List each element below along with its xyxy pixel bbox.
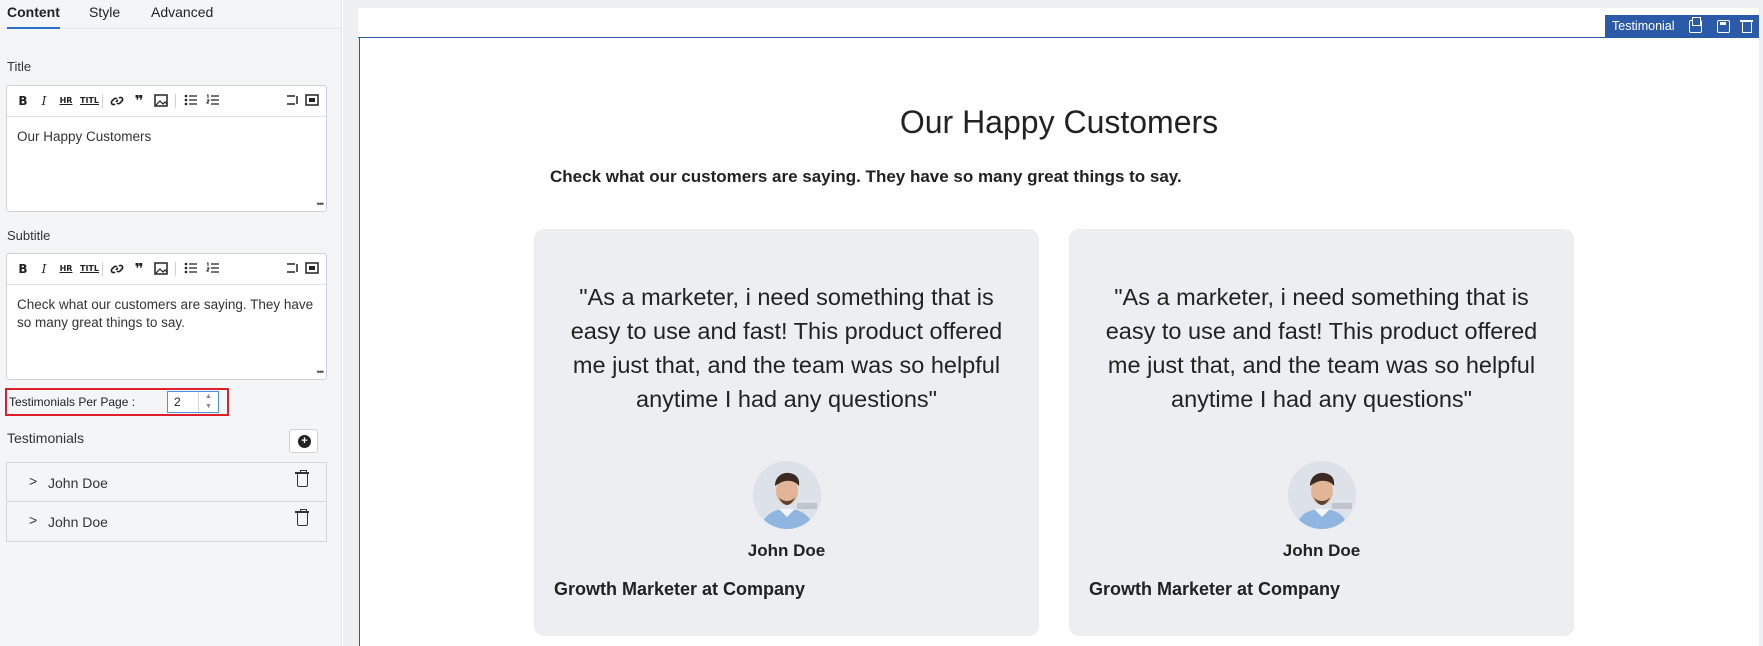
chevron-right-icon[interactable]: > xyxy=(29,512,37,528)
per-page-label: Testimonials Per Page : xyxy=(9,395,136,409)
save-icon[interactable] xyxy=(1717,20,1730,33)
numbered-list-icon[interactable] xyxy=(205,262,221,276)
trash-icon[interactable] xyxy=(295,470,309,487)
title-editor-text[interactable]: Our Happy Customers xyxy=(7,117,326,157)
stepper-arrows[interactable]: ▲ ▼ xyxy=(198,392,218,412)
link-icon[interactable] xyxy=(109,94,125,108)
resize-handle-icon[interactable]: ••• xyxy=(317,367,325,377)
duplicate-icon[interactable] xyxy=(1689,17,1702,33)
canvas-top-bar xyxy=(358,8,1759,38)
tab-advanced[interactable]: Advanced xyxy=(151,4,213,27)
testimonial-quote: "As a marketer, i need something that is… xyxy=(1105,284,1538,412)
testimonial-role: Growth Marketer at Company xyxy=(554,579,806,599)
italic-icon[interactable]: I xyxy=(36,94,52,108)
testimonials-list: > John Doe > John Doe xyxy=(6,462,327,542)
toolbar-divider xyxy=(175,94,176,108)
title-editor-toolbar: B I HR TITL ❞ xyxy=(7,86,326,117)
link-icon[interactable] xyxy=(109,262,125,276)
toolbar-divider xyxy=(102,262,103,276)
per-page-field: Testimonials Per Page : 2 ▲ ▼ xyxy=(5,388,229,416)
source-icon[interactable] xyxy=(285,94,301,108)
numbered-list-icon[interactable] xyxy=(205,94,221,108)
tab-content[interactable]: Content xyxy=(7,4,60,29)
source-icon[interactable] xyxy=(285,262,301,276)
bold-icon[interactable]: B xyxy=(15,262,31,276)
subtitle-label: Subtitle xyxy=(7,228,51,243)
stepper-down-icon[interactable]: ▼ xyxy=(199,402,218,412)
trash-icon[interactable] xyxy=(295,509,309,526)
preview-subheading: Check what our customers are saying. The… xyxy=(550,167,1182,186)
list-item[interactable]: > John Doe xyxy=(7,502,326,541)
tab-bar: Content Style Advanced xyxy=(0,0,342,29)
add-testimonial-button[interactable]: + xyxy=(289,429,318,453)
subtitle-editor-toolbar: B I HR TITL ❞ xyxy=(7,254,326,285)
italic-icon[interactable]: I xyxy=(36,262,52,276)
avatar xyxy=(753,461,821,529)
bullet-list-icon[interactable] xyxy=(183,262,199,276)
testimonial-name: John Doe xyxy=(747,541,826,560)
widget-title: Testimonial xyxy=(1612,19,1675,33)
testimonial-card: "As a marketer, i need something that is… xyxy=(534,229,1039,636)
subtitle-editor[interactable]: B I HR TITL ❞ Check what our customers a… xyxy=(6,253,327,380)
preview-heading: Our Happy Customers xyxy=(899,104,1219,140)
quote-icon[interactable]: ❞ xyxy=(131,94,147,109)
quote-icon[interactable]: ❞ xyxy=(131,262,147,277)
toolbar-divider xyxy=(175,262,176,276)
per-page-value[interactable]: 2 xyxy=(174,395,181,409)
toolbar-divider xyxy=(102,94,103,108)
image-icon[interactable] xyxy=(153,94,169,108)
horizontal-rule-icon[interactable]: HR xyxy=(58,94,74,108)
avatar xyxy=(1288,461,1356,529)
chevron-right-icon[interactable]: > xyxy=(29,473,37,489)
list-item[interactable]: > John Doe xyxy=(7,463,326,502)
maximize-icon[interactable] xyxy=(304,262,320,276)
tab-style[interactable]: Style xyxy=(89,4,120,27)
testimonial-quote: "As a marketer, i need something that is… xyxy=(570,284,1003,412)
delete-icon[interactable] xyxy=(1740,20,1753,33)
title-label: Title xyxy=(7,59,32,74)
per-page-stepper[interactable]: 2 ▲ ▼ xyxy=(167,391,219,413)
stepper-up-icon[interactable]: ▲ xyxy=(199,392,218,402)
title-editor[interactable]: B I HR TITL ❞ Our Happy Customers ••• xyxy=(6,85,327,212)
html-icon[interactable]: TITL xyxy=(80,262,99,276)
widget-toolbar: Testimonial xyxy=(1605,15,1759,38)
list-item-name: John Doe xyxy=(48,475,108,491)
image-icon[interactable] xyxy=(153,262,169,276)
testimonial-name: John Doe xyxy=(1282,541,1361,560)
subtitle-editor-text[interactable]: Check what our customers are saying. The… xyxy=(7,285,326,343)
settings-panel: Content Style Advanced Title B I HR TITL… xyxy=(0,0,342,646)
plus-icon: + xyxy=(298,435,311,448)
bold-icon[interactable]: B xyxy=(15,94,31,108)
testimonials-heading: Testimonials xyxy=(7,430,85,446)
horizontal-rule-icon[interactable]: HR xyxy=(58,262,74,276)
bullet-list-icon[interactable] xyxy=(183,94,199,108)
maximize-icon[interactable] xyxy=(304,94,320,108)
html-icon[interactable]: TITL xyxy=(80,94,99,108)
list-item-name: John Doe xyxy=(48,514,108,530)
testimonial-card: "As a marketer, i need something that is… xyxy=(1069,229,1574,636)
resize-handle-icon[interactable]: ••• xyxy=(317,199,325,209)
testimonial-role: Growth Marketer at Company xyxy=(1089,579,1341,599)
